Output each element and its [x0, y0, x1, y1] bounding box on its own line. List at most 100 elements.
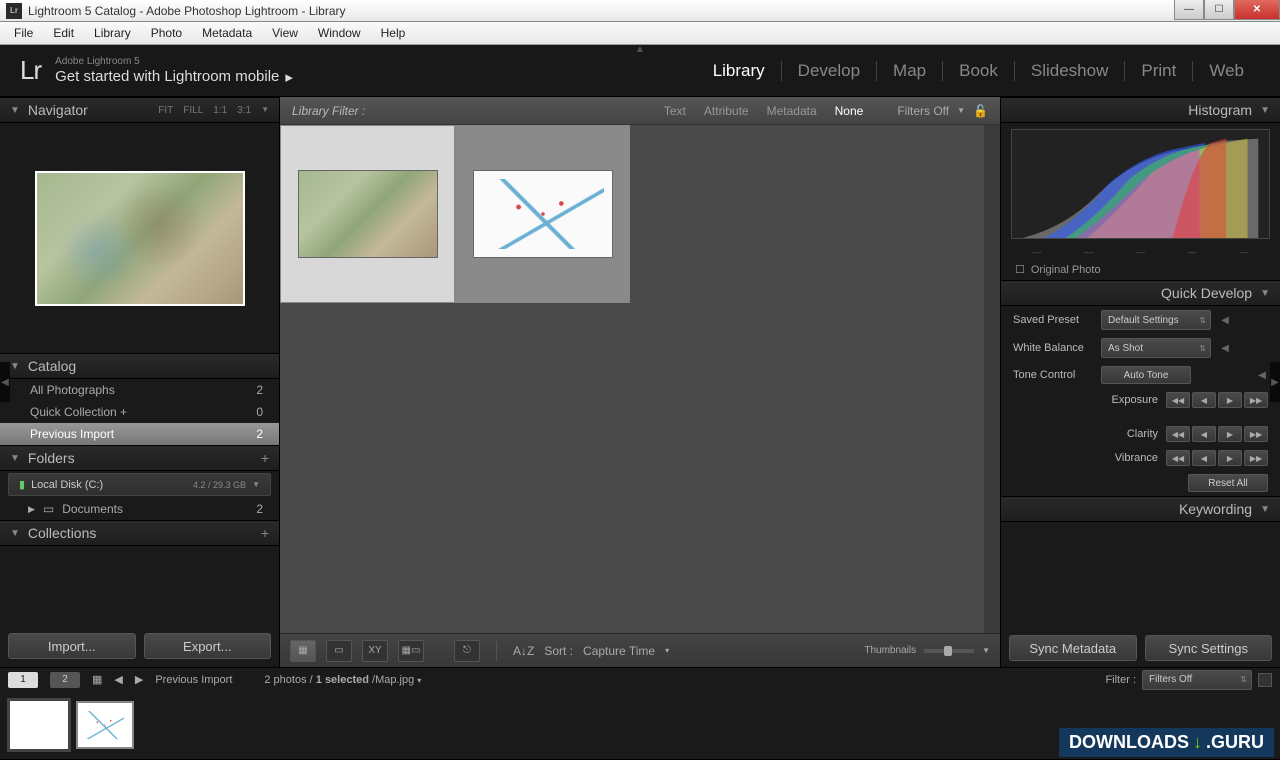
- chevron-down-icon[interactable]: ▼: [252, 480, 260, 489]
- disclosure-icon: ▼: [1260, 105, 1270, 116]
- module-web[interactable]: Web: [1192, 61, 1260, 81]
- reset-all-button[interactable]: Reset All: [1188, 474, 1268, 492]
- page-2[interactable]: 2: [50, 672, 80, 688]
- view-compare-icon[interactable]: XY: [362, 640, 388, 662]
- module-book[interactable]: Book: [942, 61, 1014, 81]
- forward-arrow-icon[interactable]: ▶: [135, 673, 143, 686]
- mobile-prompt[interactable]: Get started with Lightroom mobile▸: [55, 68, 293, 86]
- library-filter-bar: Library Filter : Text Attribute Metadata…: [280, 97, 1000, 125]
- window-controls: — ☐ ✕: [1174, 0, 1280, 20]
- original-photo-toggle[interactable]: ☐Original Photo: [1001, 259, 1280, 280]
- chevron-down-icon[interactable]: ▾: [417, 676, 421, 685]
- catalog-all-photos[interactable]: All Photographs2: [0, 379, 279, 401]
- folder-documents[interactable]: ▶ ▭ Documents 2: [0, 498, 279, 520]
- sort-order-icon[interactable]: A↓Z: [513, 644, 534, 658]
- module-print[interactable]: Print: [1124, 61, 1192, 81]
- sync-metadata-button[interactable]: Sync Metadata: [1009, 635, 1137, 661]
- chevron-down-icon[interactable]: ▼: [261, 105, 269, 116]
- histogram-display[interactable]: [1011, 129, 1270, 239]
- filmstrip-thumb-2[interactable]: [76, 701, 134, 749]
- filmstrip-thumb-1[interactable]: [10, 701, 68, 749]
- menu-view[interactable]: View: [262, 24, 308, 42]
- toolbar-menu-icon[interactable]: ▼: [982, 646, 990, 655]
- sync-settings-button[interactable]: Sync Settings: [1145, 635, 1273, 661]
- maximize-button[interactable]: ☐: [1204, 0, 1234, 20]
- collapse-left-icon[interactable]: ◀: [0, 362, 10, 402]
- status-bar: 1 2 ▦ ◀ ▶ Previous Import 2 photos / 1 s…: [0, 667, 1280, 691]
- module-map[interactable]: Map: [876, 61, 942, 81]
- catalog-previous-import[interactable]: Previous Import2: [0, 423, 279, 445]
- expand-icon[interactable]: ◀: [1256, 370, 1268, 381]
- menu-edit[interactable]: Edit: [43, 24, 84, 42]
- menu-library[interactable]: Library: [84, 24, 141, 42]
- navigator-header[interactable]: ▼ Navigator FIT FILL 1:1 3:1 ▼: [0, 97, 279, 123]
- expand-icon[interactable]: ◀: [1219, 315, 1231, 326]
- histogram-header[interactable]: Histogram ▼: [1001, 97, 1280, 123]
- menu-file[interactable]: File: [4, 24, 43, 42]
- menu-help[interactable]: Help: [371, 24, 416, 42]
- thumbnail-2[interactable]: [455, 125, 630, 303]
- catalog-quick-collection[interactable]: Quick Collection +0: [0, 401, 279, 423]
- sort-menu-icon[interactable]: ▾: [665, 646, 669, 655]
- filmstrip[interactable]: DOWNLOADS↓.GURU: [0, 691, 1280, 759]
- collections-header[interactable]: ▼ Collections +: [0, 520, 279, 546]
- vibrance-stepper[interactable]: ◀◀◀▶▶▶: [1166, 450, 1268, 466]
- grid-icon[interactable]: ▦: [92, 673, 102, 686]
- back-arrow-icon[interactable]: ◀: [114, 673, 122, 686]
- close-button[interactable]: ✕: [1234, 0, 1280, 20]
- minimize-button[interactable]: —: [1174, 0, 1204, 20]
- chevron-down-icon[interactable]: ▼: [957, 106, 965, 115]
- exposure-stepper[interactable]: ◀◀◀▶▶▶: [1166, 392, 1268, 408]
- folders-header[interactable]: ▼ Folders +: [0, 445, 279, 471]
- nav-3to1[interactable]: 3:1: [237, 105, 251, 116]
- thumbnail-1[interactable]: [280, 125, 455, 303]
- collapse-right-icon[interactable]: ▶: [1270, 362, 1280, 402]
- menu-window[interactable]: Window: [308, 24, 371, 42]
- nav-1to1[interactable]: 1:1: [213, 105, 227, 116]
- sort-value[interactable]: Capture Time: [583, 644, 655, 658]
- add-collection-icon[interactable]: +: [261, 525, 269, 541]
- module-library[interactable]: Library: [697, 61, 781, 81]
- auto-tone-button[interactable]: Auto Tone: [1101, 366, 1191, 384]
- preset-select[interactable]: Default Settings: [1101, 310, 1211, 330]
- watermark: DOWNLOADS↓.GURU: [1059, 728, 1274, 757]
- module-slideshow[interactable]: Slideshow: [1014, 61, 1125, 81]
- view-grid-icon[interactable]: ▦: [290, 640, 316, 662]
- catalog-header[interactable]: ▼ Catalog: [0, 353, 279, 379]
- nav-fit[interactable]: FIT: [158, 105, 173, 116]
- menu-metadata[interactable]: Metadata: [192, 24, 262, 42]
- status-context[interactable]: Previous Import: [155, 674, 232, 686]
- center-area: Library Filter : Text Attribute Metadata…: [280, 97, 1000, 667]
- clarity-stepper[interactable]: ◀◀◀▶▶▶: [1166, 426, 1268, 442]
- nav-fill[interactable]: FILL: [183, 105, 203, 116]
- reveal-top-arrow-icon[interactable]: ▲: [635, 44, 645, 55]
- import-button[interactable]: Import...: [8, 633, 136, 659]
- menu-photo[interactable]: Photo: [141, 24, 192, 42]
- lock-icon[interactable]: 🔓: [973, 104, 988, 118]
- module-develop[interactable]: Develop: [781, 61, 876, 81]
- filter-metadata[interactable]: Metadata: [767, 104, 817, 118]
- filter-none[interactable]: None: [835, 104, 864, 118]
- quickdev-header[interactable]: Quick Develop ▼: [1001, 280, 1280, 306]
- view-survey-icon[interactable]: ▦▭: [398, 640, 424, 662]
- filter-select[interactable]: Filters Off: [1142, 670, 1252, 690]
- keywording-title: Keywording: [1179, 501, 1252, 517]
- volume-row[interactable]: ▮ Local Disk (C:) 4.2 / 29.3 GB ▼: [8, 473, 271, 496]
- view-loupe-icon[interactable]: ▭: [326, 640, 352, 662]
- filter-attribute[interactable]: Attribute: [704, 104, 749, 118]
- navigator-preview[interactable]: [0, 123, 279, 353]
- export-button[interactable]: Export...: [144, 633, 272, 659]
- keywording-header[interactable]: Keywording ▼: [1001, 496, 1280, 522]
- filter-text[interactable]: Text: [664, 104, 686, 118]
- disclosure-icon: ▼: [10, 105, 20, 116]
- thumbnail-grid[interactable]: [280, 125, 1000, 633]
- filter-toggle-icon[interactable]: [1258, 673, 1272, 687]
- page-1[interactable]: 1: [8, 672, 38, 688]
- expand-icon[interactable]: ◀: [1219, 343, 1231, 354]
- wb-select[interactable]: As Shot: [1101, 338, 1211, 358]
- add-folder-icon[interactable]: +: [261, 450, 269, 466]
- filters-state[interactable]: Filters Off: [897, 104, 949, 118]
- grid-scrollbar[interactable]: [984, 125, 1000, 633]
- painter-icon[interactable]: ⎋: [454, 640, 480, 662]
- thumbnail-size-slider[interactable]: [924, 649, 974, 653]
